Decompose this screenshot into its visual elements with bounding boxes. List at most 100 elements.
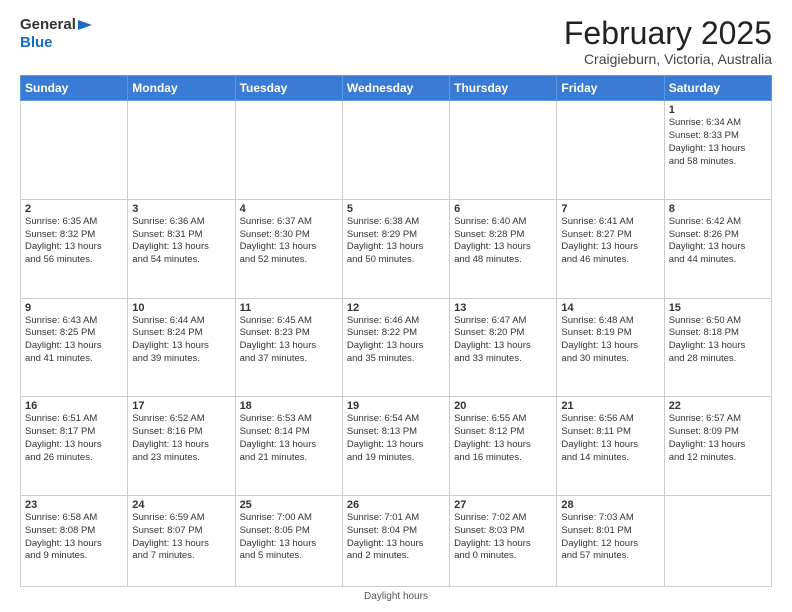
day-info: Sunrise: 6:34 AMSunset: 8:33 PMDaylight:… — [669, 117, 767, 168]
calendar-header-friday: Friday — [557, 76, 664, 101]
day-info: Sunrise: 7:01 AMSunset: 8:04 PMDaylight:… — [347, 512, 445, 563]
calendar-cell — [450, 101, 557, 200]
logo-blue: Blue — [20, 34, 53, 51]
day-number: 2 — [25, 203, 123, 215]
day-number: 25 — [240, 499, 338, 511]
calendar-cell: 5Sunrise: 6:38 AMSunset: 8:29 PMDaylight… — [342, 199, 449, 298]
day-number: 13 — [454, 302, 552, 314]
calendar-header-monday: Monday — [128, 76, 235, 101]
day-info: Sunrise: 6:42 AMSunset: 8:26 PMDaylight:… — [669, 216, 767, 267]
day-info: Sunrise: 7:02 AMSunset: 8:03 PMDaylight:… — [454, 512, 552, 563]
calendar-cell: 17Sunrise: 6:52 AMSunset: 8:16 PMDayligh… — [128, 397, 235, 496]
day-number: 21 — [561, 400, 659, 412]
day-number: 16 — [25, 400, 123, 412]
calendar-cell: 18Sunrise: 6:53 AMSunset: 8:14 PMDayligh… — [235, 397, 342, 496]
day-number: 19 — [347, 400, 445, 412]
calendar-cell — [235, 101, 342, 200]
logo-text-block: General Blue — [20, 16, 94, 52]
calendar-cell: 2Sunrise: 6:35 AMSunset: 8:32 PMDaylight… — [21, 199, 128, 298]
calendar-cell — [664, 495, 771, 586]
day-number: 1 — [669, 104, 767, 116]
calendar-week-row: 9Sunrise: 6:43 AMSunset: 8:25 PMDaylight… — [21, 298, 772, 397]
calendar-header-sunday: Sunday — [21, 76, 128, 101]
day-info: Sunrise: 6:36 AMSunset: 8:31 PMDaylight:… — [132, 216, 230, 267]
day-info: Sunrise: 6:59 AMSunset: 8:07 PMDaylight:… — [132, 512, 230, 563]
day-info: Sunrise: 6:41 AMSunset: 8:27 PMDaylight:… — [561, 216, 659, 267]
day-number: 12 — [347, 302, 445, 314]
calendar-cell: 14Sunrise: 6:48 AMSunset: 8:19 PMDayligh… — [557, 298, 664, 397]
calendar-header-thursday: Thursday — [450, 76, 557, 101]
day-info: Sunrise: 6:38 AMSunset: 8:29 PMDaylight:… — [347, 216, 445, 267]
calendar-cell — [342, 101, 449, 200]
day-number: 26 — [347, 499, 445, 511]
calendar-cell: 15Sunrise: 6:50 AMSunset: 8:18 PMDayligh… — [664, 298, 771, 397]
calendar-cell: 12Sunrise: 6:46 AMSunset: 8:22 PMDayligh… — [342, 298, 449, 397]
day-number: 15 — [669, 302, 767, 314]
day-info: Sunrise: 6:45 AMSunset: 8:23 PMDaylight:… — [240, 315, 338, 366]
day-info: Sunrise: 6:51 AMSunset: 8:17 PMDaylight:… — [25, 413, 123, 464]
calendar-cell: 22Sunrise: 6:57 AMSunset: 8:09 PMDayligh… — [664, 397, 771, 496]
calendar-cell: 4Sunrise: 6:37 AMSunset: 8:30 PMDaylight… — [235, 199, 342, 298]
calendar-cell: 28Sunrise: 7:03 AMSunset: 8:01 PMDayligh… — [557, 495, 664, 586]
day-info: Sunrise: 6:56 AMSunset: 8:11 PMDaylight:… — [561, 413, 659, 464]
calendar-cell: 8Sunrise: 6:42 AMSunset: 8:26 PMDaylight… — [664, 199, 771, 298]
day-info: Sunrise: 6:52 AMSunset: 8:16 PMDaylight:… — [132, 413, 230, 464]
day-number: 27 — [454, 499, 552, 511]
calendar-cell: 21Sunrise: 6:56 AMSunset: 8:11 PMDayligh… — [557, 397, 664, 496]
calendar-header-tuesday: Tuesday — [235, 76, 342, 101]
day-info: Sunrise: 6:53 AMSunset: 8:14 PMDaylight:… — [240, 413, 338, 464]
calendar-cell: 9Sunrise: 6:43 AMSunset: 8:25 PMDaylight… — [21, 298, 128, 397]
day-number: 18 — [240, 400, 338, 412]
day-info: Sunrise: 6:58 AMSunset: 8:08 PMDaylight:… — [25, 512, 123, 563]
day-number: 23 — [25, 499, 123, 511]
calendar-cell — [21, 101, 128, 200]
day-number: 11 — [240, 302, 338, 314]
day-info: Sunrise: 6:35 AMSunset: 8:32 PMDaylight:… — [25, 216, 123, 267]
logo: General Blue — [20, 16, 94, 52]
day-number: 28 — [561, 499, 659, 511]
calendar-header-row: SundayMondayTuesdayWednesdayThursdayFrid… — [21, 76, 772, 101]
day-info: Sunrise: 6:43 AMSunset: 8:25 PMDaylight:… — [25, 315, 123, 366]
day-info: Sunrise: 6:47 AMSunset: 8:20 PMDaylight:… — [454, 315, 552, 366]
calendar-header-saturday: Saturday — [664, 76, 771, 101]
main-title: February 2025 — [564, 16, 772, 51]
calendar-cell: 24Sunrise: 6:59 AMSunset: 8:07 PMDayligh… — [128, 495, 235, 586]
day-info: Sunrise: 6:50 AMSunset: 8:18 PMDaylight:… — [669, 315, 767, 366]
calendar-cell: 11Sunrise: 6:45 AMSunset: 8:23 PMDayligh… — [235, 298, 342, 397]
day-number: 8 — [669, 203, 767, 215]
header: General Blue February 2025 Craigieburn, … — [20, 16, 772, 67]
day-number: 22 — [669, 400, 767, 412]
day-number: 4 — [240, 203, 338, 215]
subtitle: Craigieburn, Victoria, Australia — [564, 51, 772, 67]
day-number: 5 — [347, 203, 445, 215]
day-number: 7 — [561, 203, 659, 215]
calendar-cell: 23Sunrise: 6:58 AMSunset: 8:08 PMDayligh… — [21, 495, 128, 586]
day-info: Sunrise: 7:03 AMSunset: 8:01 PMDaylight:… — [561, 512, 659, 563]
title-block: February 2025 Craigieburn, Victoria, Aus… — [564, 16, 772, 67]
calendar-table: SundayMondayTuesdayWednesdayThursdayFrid… — [20, 75, 772, 587]
calendar-cell: 1Sunrise: 6:34 AMSunset: 8:33 PMDaylight… — [664, 101, 771, 200]
day-number: 10 — [132, 302, 230, 314]
day-number: 14 — [561, 302, 659, 314]
calendar-cell: 26Sunrise: 7:01 AMSunset: 8:04 PMDayligh… — [342, 495, 449, 586]
day-number: 24 — [132, 499, 230, 511]
day-info: Sunrise: 6:48 AMSunset: 8:19 PMDaylight:… — [561, 315, 659, 366]
calendar-week-row: 2Sunrise: 6:35 AMSunset: 8:32 PMDaylight… — [21, 199, 772, 298]
calendar-week-row: 16Sunrise: 6:51 AMSunset: 8:17 PMDayligh… — [21, 397, 772, 496]
day-info: Sunrise: 6:55 AMSunset: 8:12 PMDaylight:… — [454, 413, 552, 464]
calendar-cell: 10Sunrise: 6:44 AMSunset: 8:24 PMDayligh… — [128, 298, 235, 397]
calendar-cell: 20Sunrise: 6:55 AMSunset: 8:12 PMDayligh… — [450, 397, 557, 496]
calendar-week-row: 1Sunrise: 6:34 AMSunset: 8:33 PMDaylight… — [21, 101, 772, 200]
day-info: Sunrise: 6:37 AMSunset: 8:30 PMDaylight:… — [240, 216, 338, 267]
day-info: Sunrise: 7:00 AMSunset: 8:05 PMDaylight:… — [240, 512, 338, 563]
day-number: 3 — [132, 203, 230, 215]
calendar-cell: 13Sunrise: 6:47 AMSunset: 8:20 PMDayligh… — [450, 298, 557, 397]
calendar-week-row: 23Sunrise: 6:58 AMSunset: 8:08 PMDayligh… — [21, 495, 772, 586]
day-number: 17 — [132, 400, 230, 412]
logo-general: General — [20, 16, 76, 33]
calendar-cell: 25Sunrise: 7:00 AMSunset: 8:05 PMDayligh… — [235, 495, 342, 586]
calendar-cell: 19Sunrise: 6:54 AMSunset: 8:13 PMDayligh… — [342, 397, 449, 496]
calendar-header-wednesday: Wednesday — [342, 76, 449, 101]
day-info: Sunrise: 6:46 AMSunset: 8:22 PMDaylight:… — [347, 315, 445, 366]
day-info: Sunrise: 6:40 AMSunset: 8:28 PMDaylight:… — [454, 216, 552, 267]
